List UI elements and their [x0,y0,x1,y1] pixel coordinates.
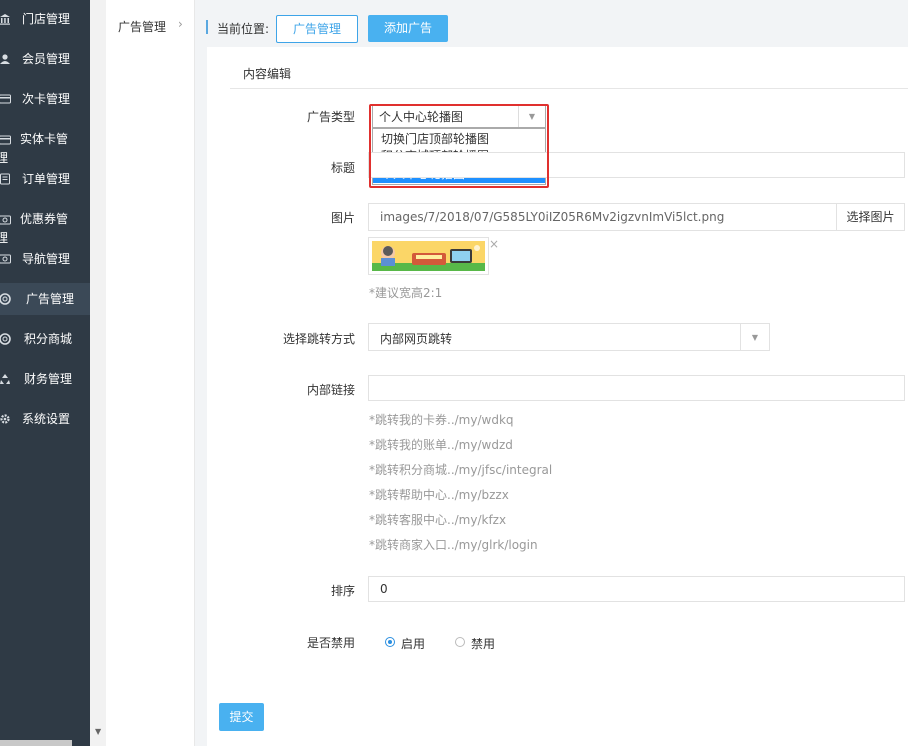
link-hint: *跳转积分商城../my/jfsc/integral [369,463,553,477]
gear-icon [0,409,12,429]
choose-image-button[interactable]: 选择图片 [836,203,905,231]
image-thumbnail [368,237,489,275]
disable-radio-label[interactable]: 禁用 [471,635,495,652]
chevron-right-icon: › [178,17,183,31]
sidebar-scrollbar[interactable] [90,0,106,746]
chevron-down-icon: ▼ [518,105,545,127]
jump-mode-value: 内部网页跳转 [380,332,453,346]
enable-radio-label[interactable]: 启用 [401,635,425,652]
ad-type-option[interactable]: 切换门店顶部轮播图 [373,130,545,148]
link-hint: *跳转我的卡券../my/wdkq [369,413,514,427]
divider [230,88,908,89]
enable-radio[interactable] [385,637,395,647]
coupon-icon [0,210,12,230]
add-ad-button[interactable]: 添加广告 [368,15,448,42]
link-hint: *跳转帮助中心../my/bzzx [369,488,509,502]
user-icon [0,49,12,69]
sidebar-item-label: 会员管理 [22,52,71,66]
breadcrumb[interactable]: 广告管理 [118,18,166,35]
sidebar-item-label: 实体卡管 [20,132,69,146]
ad-manage-button[interactable]: 广告管理 [276,15,358,43]
section-title: 内容编辑 [243,67,292,81]
horizontal-scrollbar[interactable] [0,740,72,746]
close-icon[interactable]: × [489,237,499,251]
image-label: 图片 [330,211,355,225]
disable-radio[interactable] [455,637,465,647]
title-label: 标题 [330,161,355,175]
chevron-down-icon: ▼ [740,324,769,350]
bank-icon [0,9,12,29]
sidebar-item-ads[interactable]: 广告管理 [0,283,90,315]
ad-type-label: 广告类型 [306,110,355,124]
sidebar-item-label: 门店管理 [22,12,71,26]
breadcrumb-panel: 广告管理 › [106,0,195,746]
sidebar-item-physical-card[interactable]: 实体卡管 理 [0,130,90,170]
sidebar-item-coupons[interactable]: 优惠券管 理 [0,210,90,250]
navigation-icon [0,249,12,269]
sidebar-item-label-wrap: 理 [0,231,9,245]
lifebuoy-icon [0,289,12,309]
image-hint: *建议宽高2:1 [369,286,443,300]
sidebar-item-label: 导航管理 [22,252,71,266]
link-hint: *跳转商家入口../my/glrk/login [369,538,538,552]
sort-label: 排序 [330,584,355,598]
sort-input[interactable]: 0 [368,576,905,602]
ad-type-select[interactable]: 个人中心轮播图 ▼ [372,104,546,128]
card-icon [0,130,12,150]
sidebar-item-label: 次卡管理 [22,92,71,106]
image-path-input[interactable]: images/7/2018/07/G585LY0iIZ05R6Mv2igzvnI… [368,203,837,231]
sidebar-item-label: 订单管理 [22,172,71,186]
link-hint: *跳转客服中心../my/kfzx [369,513,507,527]
sidebar-item-label: 财务管理 [24,372,73,386]
sidebar-item-label-wrap: 理 [0,151,9,165]
lifebuoy-icon [0,329,12,349]
ad-type-value: 个人中心轮播图 [379,110,464,124]
submit-button[interactable]: 提交 [219,703,264,731]
banner-image [372,241,485,271]
sidebar-item-label: 广告管理 [26,292,75,306]
card-icon [0,89,12,109]
title-input[interactable] [368,152,905,178]
sidebar-item-label: 优惠券管 [20,212,69,226]
sidebar-item-label: 系统设置 [22,412,71,426]
jump-mode-select[interactable]: 内部网页跳转 ▼ [368,323,770,351]
recycle-icon [0,369,12,389]
internal-link-input[interactable] [368,375,905,401]
link-hint: *跳转我的账单../my/wdzd [369,438,513,452]
internal-link-label: 内部链接 [306,383,355,397]
position-marker [206,20,208,34]
sidebar: 门店管理 会员管理 次卡管理 实体卡管 理 订单管理 优惠券管 理 导航管理 广… [0,0,90,746]
jump-mode-label: 选择跳转方式 [282,332,355,346]
sidebar-item-label: 积分商城 [24,332,73,346]
disabled-label: 是否禁用 [306,636,355,650]
order-icon [0,169,12,189]
position-label: 当前位置: [217,22,270,36]
scroll-down-icon[interactable]: ▼ [95,727,101,736]
